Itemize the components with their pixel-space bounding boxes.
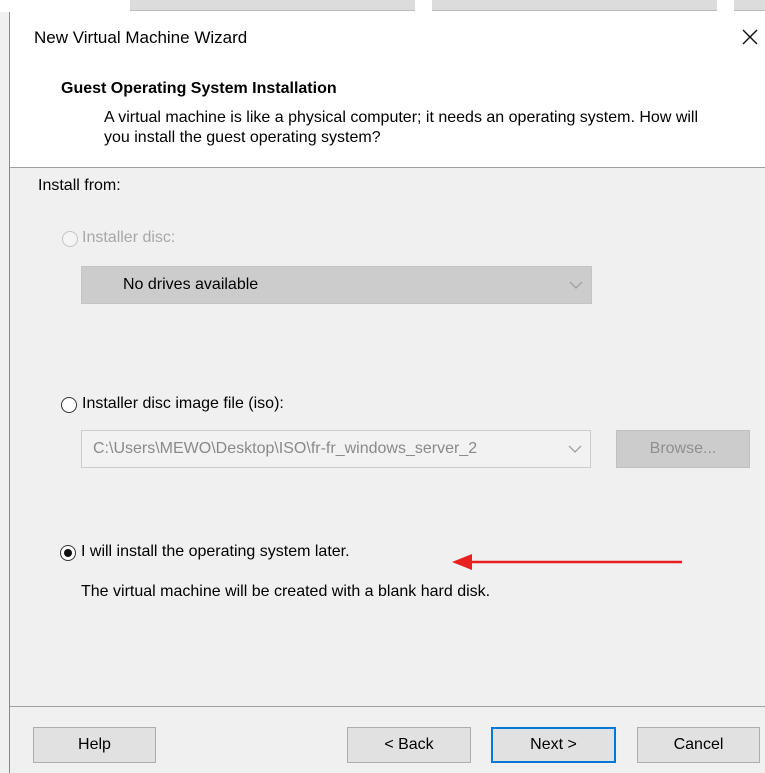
- iso-path-value: C:\Users\MEWO\Desktop\ISO\fr-fr_windows_…: [93, 440, 478, 457]
- installer-disc-label: Installer disc:: [82, 229, 176, 246]
- back-button[interactable]: < Back: [347, 727, 471, 763]
- help-button-label: Help: [78, 736, 111, 753]
- browse-button-label: Browse...: [649, 440, 717, 457]
- radio-selected-dot: [64, 549, 72, 557]
- chevron-down-icon: [569, 281, 583, 289]
- iso-file-label: Installer disc image file (iso):: [82, 395, 284, 412]
- page-description: A virtual machine is like a physical com…: [104, 109, 699, 146]
- installer-disc-dropdown-value: No drives available: [123, 276, 259, 293]
- install-from-label: Install from:: [38, 177, 121, 194]
- background-tab: [130, 0, 415, 11]
- next-button-label: Next >: [530, 736, 577, 753]
- background-tab: [734, 0, 765, 11]
- cancel-button[interactable]: Cancel: [637, 727, 760, 763]
- wizard-dialog: New Virtual Machine Wizard Guest Operati…: [9, 12, 765, 773]
- chevron-down-icon: [568, 445, 582, 453]
- window-title: New Virtual Machine Wizard: [34, 28, 248, 47]
- background-tab: [432, 0, 717, 11]
- iso-path-combobox[interactable]: C:\Users\MEWO\Desktop\ISO\fr-fr_windows_…: [81, 430, 591, 468]
- page-title: Guest Operating System Installation: [61, 80, 337, 97]
- title-bar: New Virtual Machine Wizard: [10, 12, 765, 60]
- help-button[interactable]: Help: [33, 727, 156, 763]
- back-button-label: < Back: [384, 736, 434, 753]
- footer-divider: [10, 706, 765, 707]
- install-later-radio[interactable]: [60, 545, 76, 561]
- browse-button[interactable]: Browse...: [616, 430, 750, 468]
- cancel-button-label: Cancel: [673, 736, 724, 753]
- screen: New Virtual Machine Wizard Guest Operati…: [0, 0, 765, 773]
- close-icon[interactable]: [739, 26, 761, 48]
- wizard-header: Guest Operating System Installation A vi…: [10, 60, 765, 168]
- installer-disc-dropdown[interactable]: No drives available: [81, 266, 592, 304]
- red-arrow-icon: [452, 554, 682, 570]
- background-window: [0, 0, 765, 12]
- next-button[interactable]: Next >: [491, 727, 616, 763]
- install-later-label: I will install the operating system late…: [81, 543, 350, 560]
- installer-disc-radio[interactable]: [62, 231, 78, 247]
- install-later-description: The virtual machine will be created with…: [81, 583, 491, 600]
- iso-file-radio[interactable]: [61, 397, 77, 413]
